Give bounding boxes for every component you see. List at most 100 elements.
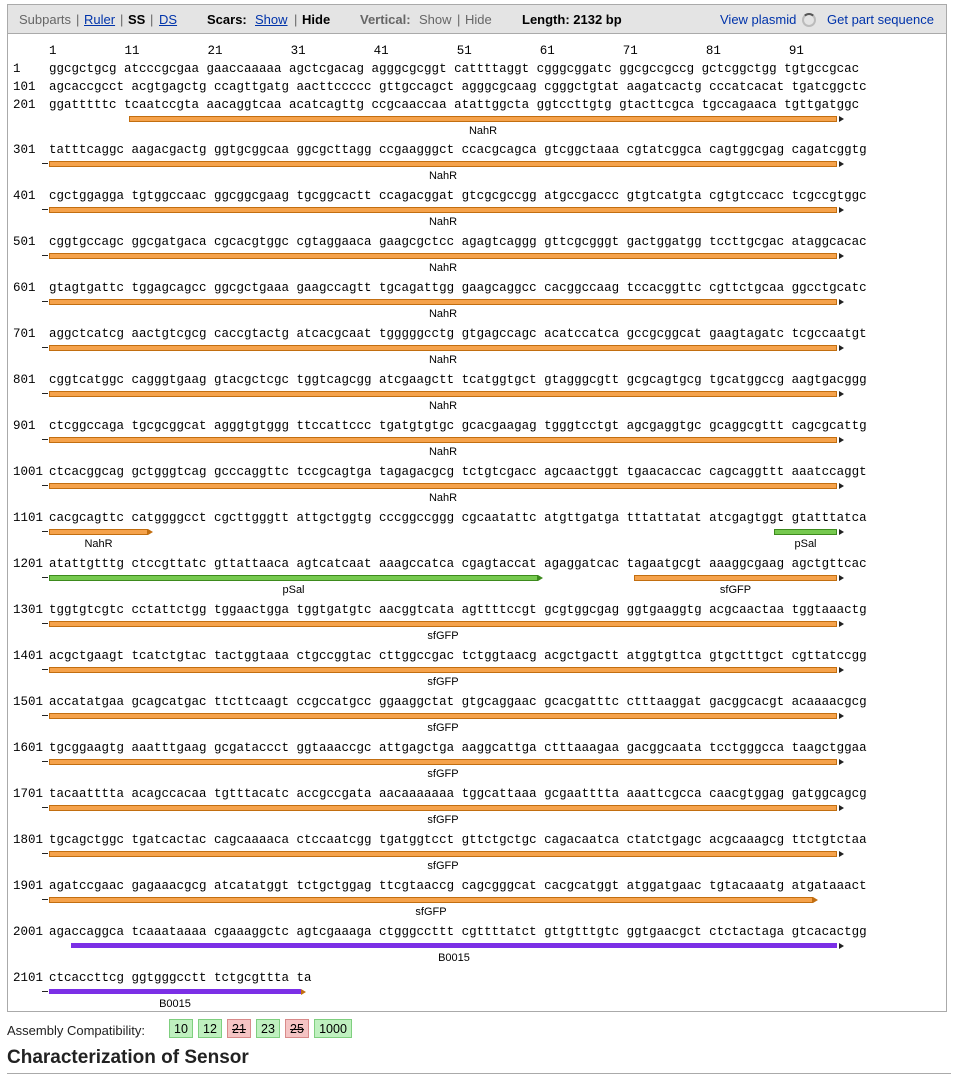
sequence-line: cacgcagttc catggggcct cgcttgggtt attgctg… xyxy=(49,511,867,525)
sequence-line: tgcggaagtg aaatttgaag gcgataccct ggtaaac… xyxy=(49,741,867,755)
right-arrow-icon xyxy=(839,483,844,489)
right-arrow-icon xyxy=(839,391,844,397)
line-number: 801 xyxy=(13,373,36,387)
nahr-feature-bar[interactable] xyxy=(49,391,837,397)
continuation-arrow-icon xyxy=(42,255,48,256)
sequence-line: ggatttttc tcaatccgta aacaggtcaa acatcagt… xyxy=(49,98,860,112)
sfgfp-feature-label: sfGFP xyxy=(427,814,459,826)
b0015-feature-bar[interactable] xyxy=(71,943,837,948)
sfgfp-feature-bar[interactable] xyxy=(49,805,837,811)
continuation-arrow-icon xyxy=(42,853,48,854)
ruler-tick: 61 xyxy=(539,44,555,58)
sequence-line: gtagtgattc tggagcagcc ggcgctgaaa gaagcca… xyxy=(49,281,867,295)
sfgfp-feature-bar[interactable] xyxy=(49,667,837,673)
sfgfp-feature-bar[interactable] xyxy=(49,621,837,627)
compat-badge-21[interactable]: 21 xyxy=(227,1019,251,1038)
ruler-tick: 11 xyxy=(124,44,140,58)
continuation-arrow-icon xyxy=(42,991,48,992)
continuation-arrow-icon xyxy=(42,301,48,302)
right-arrow-icon xyxy=(839,575,844,581)
right-arrow-icon xyxy=(839,805,844,811)
line-number: 2001 xyxy=(13,925,44,939)
right-arrow-icon xyxy=(839,713,844,719)
sequence-line: ctcacggcag gctgggtcag gcccaggttc tccgcag… xyxy=(49,465,867,479)
continuation-arrow-icon xyxy=(42,531,48,532)
nahr-feature-bar[interactable] xyxy=(49,299,837,305)
nahr-feature-bar[interactable] xyxy=(49,207,837,213)
line-number: 1301 xyxy=(13,603,44,617)
nahr-feature-bar[interactable] xyxy=(49,483,837,489)
line-number: 1501 xyxy=(13,695,44,709)
line-number: 1701 xyxy=(13,787,44,801)
sequence-line: tggtgtcgtc cctattctgg tggaactgga tggtgat… xyxy=(49,603,867,617)
nahr-feature-label: NahR xyxy=(428,216,458,228)
sfgfp-feature-bar[interactable] xyxy=(49,897,813,903)
line-number: 1201 xyxy=(13,557,44,571)
nahr-feature-label: NahR xyxy=(84,538,113,550)
line-number: 1901 xyxy=(13,879,44,893)
continuation-arrow-icon xyxy=(42,209,48,210)
compat-badge-23[interactable]: 23 xyxy=(256,1019,280,1038)
continuation-arrow-icon xyxy=(42,807,48,808)
line-number: 101 xyxy=(13,80,36,94)
line-number: 1101 xyxy=(13,511,44,525)
line-number: 601 xyxy=(13,281,36,295)
sfgfp-feature-bar[interactable] xyxy=(49,851,837,857)
right-arrow-icon xyxy=(839,667,844,673)
ruler-tick: 21 xyxy=(207,44,223,58)
sfgfp-feature-bar[interactable] xyxy=(49,759,837,765)
ruler-tick: 1 xyxy=(49,44,57,58)
nahr-feature-label: NahR xyxy=(428,308,458,320)
nahr-feature-bar[interactable] xyxy=(49,161,837,167)
line-number: 1001 xyxy=(13,465,44,479)
psal-feature-bar[interactable] xyxy=(774,529,837,535)
b0015-feature-end-arrow-icon xyxy=(301,989,306,995)
continuation-arrow-icon xyxy=(42,347,48,348)
ruler-tick: 71 xyxy=(622,44,638,58)
compat-badge-10[interactable]: 10 xyxy=(169,1019,193,1038)
sequence-line: agaccaggca tcaaataaaa cgaaaggctc agtcgaa… xyxy=(49,925,867,939)
line-number: 901 xyxy=(13,419,36,433)
line-number: 401 xyxy=(13,189,36,203)
right-arrow-icon xyxy=(839,759,844,765)
right-arrow-icon xyxy=(839,161,844,167)
continuation-arrow-icon xyxy=(42,485,48,486)
right-arrow-icon xyxy=(839,207,844,213)
line-number: 501 xyxy=(13,235,36,249)
nahr-feature-end-arrow-icon xyxy=(148,529,153,535)
nahr-feature-bar[interactable] xyxy=(49,529,148,535)
sequence-line: tacaatttta acagccacaa tgtttacatc accgccg… xyxy=(49,787,867,801)
nahr-feature-bar[interactable] xyxy=(49,345,837,351)
sequence-line: cgctggagga tgtggccaac ggcggcgaag tgcggca… xyxy=(49,189,867,203)
sequence-line: ctcaccttcg ggtgggcctt tctgcgttta ta xyxy=(49,971,312,985)
continuation-arrow-icon xyxy=(42,715,48,716)
continuation-arrow-icon xyxy=(42,761,48,762)
line-number: 201 xyxy=(13,98,36,112)
assembly-compatibility-label: Assembly Compatibility: xyxy=(7,1023,145,1038)
sequence-line: ggcgctgcg atcccgcgaa gaaccaaaaa agctcgac… xyxy=(49,62,860,76)
sfgfp-feature-label: sfGFP xyxy=(427,860,459,872)
sequence-line: aggctcatcg aactgtcgcg caccgtactg atcacgc… xyxy=(49,327,867,341)
sequence-line: tatttcaggc aagacgactg ggtgcggcaa ggcgctt… xyxy=(49,143,867,157)
sfgfp-feature-label: sfGFP xyxy=(427,676,459,688)
sequence-line: agcaccgcct acgtgagctg ccagttgatg aacttcc… xyxy=(49,80,867,94)
sfgfp-feature-label: sfGFP xyxy=(427,722,459,734)
nahr-feature-bar[interactable] xyxy=(49,437,837,443)
nahr-feature-bar[interactable] xyxy=(49,253,837,259)
nahr-feature-label: NahR xyxy=(428,354,458,366)
line-number: 1401 xyxy=(13,649,44,663)
sfgfp-feature-end-arrow-icon xyxy=(813,897,818,903)
continuation-arrow-icon xyxy=(42,623,48,624)
b0015-feature-bar[interactable] xyxy=(49,989,301,994)
nahr-feature-bar[interactable] xyxy=(129,116,837,122)
sequence-line: acgctgaagt tcatctgtac tactggtaaa ctgccgg… xyxy=(49,649,867,663)
psal-feature-bar[interactable] xyxy=(49,575,538,581)
compat-badge-1000[interactable]: 1000 xyxy=(314,1019,352,1038)
nahr-feature-label: NahR xyxy=(428,492,458,504)
compat-badge-25[interactable]: 25 xyxy=(285,1019,309,1038)
nahr-feature-label: NahR xyxy=(468,125,498,137)
sfgfp-feature-bar[interactable] xyxy=(634,575,837,581)
continuation-arrow-icon xyxy=(42,669,48,670)
compat-badge-12[interactable]: 12 xyxy=(198,1019,222,1038)
sfgfp-feature-bar[interactable] xyxy=(49,713,837,719)
